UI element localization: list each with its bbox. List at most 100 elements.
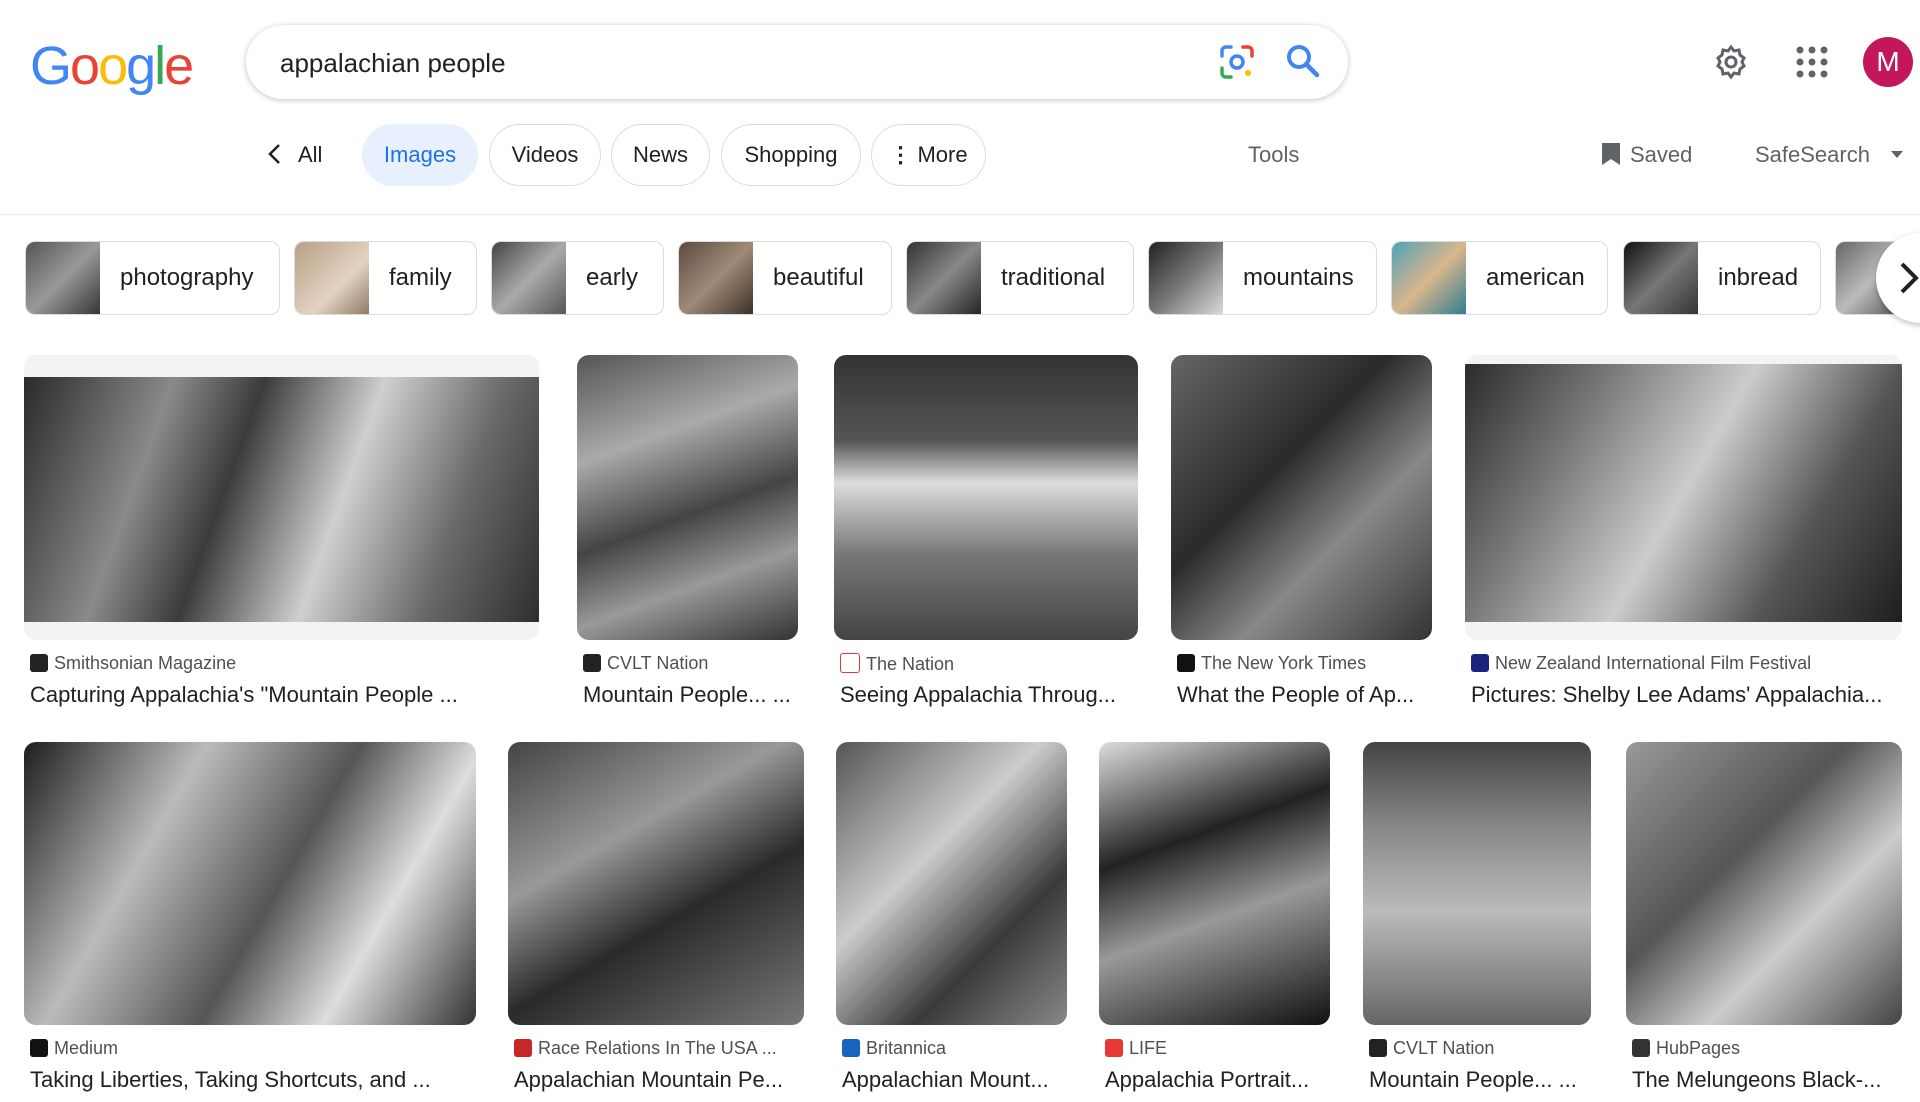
chip-american[interactable]: american <box>1391 241 1608 315</box>
tab-label: Shopping <box>744 142 838 167</box>
result-source-name: Medium <box>54 1038 119 1058</box>
result-card[interactable]: New Zealand International Film Festival … <box>1465 355 1902 715</box>
tab-label: Videos <box>511 142 579 167</box>
chip-inbread[interactable]: inbread <box>1623 241 1821 315</box>
tools-button[interactable]: Tools <box>1248 124 1299 186</box>
chip-label: family <box>389 264 452 291</box>
chip-label: american <box>1486 264 1585 291</box>
chip-beautiful[interactable]: beautiful <box>678 241 892 315</box>
result-source: New Zealand International Film Festival <box>1471 653 1811 674</box>
result-image[interactable] <box>1099 742 1330 1025</box>
chip-mountains[interactable]: mountains <box>1148 241 1377 315</box>
chip-thumbnail <box>679 242 753 314</box>
result-card[interactable]: The Nation Seeing Appalachia Throug... <box>834 355 1138 715</box>
result-image[interactable] <box>834 355 1138 640</box>
result-source-name: Britannica <box>866 1038 947 1058</box>
result-title[interactable]: Appalachian Mount... <box>842 1067 1049 1093</box>
result-card[interactable]: Race Relations In The USA ... Appalachia… <box>508 742 804 1098</box>
result-source: CVLT Nation <box>1369 1038 1494 1059</box>
safesearch-label: SafeSearch <box>1755 142 1870 167</box>
chip-traditional[interactable]: traditional <box>906 241 1134 315</box>
chip-thumbnail <box>1392 242 1466 314</box>
result-title[interactable]: Appalachia Portrait... <box>1105 1067 1309 1093</box>
result-card[interactable]: LIFE Appalachia Portrait... <box>1099 742 1330 1098</box>
result-source: CVLT Nation <box>583 653 708 674</box>
gear-icon[interactable] <box>1713 44 1749 80</box>
saved-button[interactable]: Saved <box>1600 124 1692 186</box>
chip-thumbnail <box>907 242 981 314</box>
google-lens-icon[interactable] <box>1218 43 1256 81</box>
favicon-icon <box>30 654 48 672</box>
favicon-icon <box>840 653 860 673</box>
header-divider <box>0 214 1920 215</box>
result-title[interactable]: Pictures: Shelby Lee Adams' Appalachia..… <box>1471 682 1882 708</box>
chip-thumbnail <box>1149 242 1223 314</box>
safesearch-button[interactable]: SafeSearch <box>1755 124 1904 186</box>
result-card[interactable]: Britannica Appalachian Mount... <box>836 742 1067 1098</box>
result-source: Smithsonian Magazine <box>30 653 236 674</box>
chip-thumbnail <box>1624 242 1698 314</box>
result-source-name: The Nation <box>866 654 955 674</box>
google-logo[interactable]: Google <box>30 36 194 96</box>
search-input[interactable] <box>278 25 1182 101</box>
result-source-name: New Zealand International Film Festival <box>1495 653 1812 673</box>
result-image[interactable] <box>508 742 804 1025</box>
tab-images[interactable]: Images <box>362 124 478 186</box>
result-source: Britannica <box>842 1038 946 1059</box>
result-title[interactable]: Mountain People... ... <box>1369 1067 1577 1093</box>
dropdown-arrow-icon <box>1891 151 1904 158</box>
tab-label: Images <box>383 142 457 167</box>
result-title[interactable]: Taking Liberties, Taking Shortcuts, and … <box>30 1067 431 1093</box>
tab-shopping[interactable]: Shopping <box>721 124 861 186</box>
result-card[interactable]: CVLT Nation Mountain People... ... <box>1363 742 1591 1098</box>
chip-thumbnail <box>492 242 566 314</box>
result-image[interactable] <box>24 742 476 1025</box>
logo-letter: l <box>154 36 166 96</box>
account-avatar[interactable]: M <box>1863 37 1913 87</box>
result-card[interactable]: HubPages The Melungeons Black-... <box>1626 742 1902 1098</box>
tab-more[interactable]: ⋮ More <box>871 124 986 186</box>
result-source-name: HubPages <box>1656 1038 1741 1058</box>
result-image[interactable] <box>1363 742 1591 1025</box>
result-card[interactable]: Smithsonian Magazine Capturing Appalachi… <box>24 355 539 715</box>
favicon-icon <box>842 1039 860 1057</box>
tab-label: More <box>917 142 968 167</box>
logo-letter: e <box>164 36 194 96</box>
tab-videos[interactable]: Videos <box>489 124 601 186</box>
result-image[interactable] <box>1626 742 1902 1025</box>
logo-letter: o <box>70 36 100 96</box>
result-card[interactable]: CVLT Nation Mountain People... ... <box>577 355 798 715</box>
result-title[interactable]: Seeing Appalachia Throug... <box>840 682 1116 708</box>
result-image[interactable] <box>1171 355 1432 640</box>
result-title[interactable]: Mountain People... ... <box>583 682 791 708</box>
chip-label: traditional <box>1001 264 1106 291</box>
chip-early[interactable]: early <box>491 241 664 315</box>
chip-photography[interactable]: photography <box>25 241 280 315</box>
logo-letter: g <box>126 36 156 96</box>
result-source-name: CVLT Nation <box>1393 1038 1495 1058</box>
chip-label: early <box>586 264 639 291</box>
search-icon[interactable] <box>1283 41 1323 81</box>
result-title[interactable]: What the People of Ap... <box>1177 682 1414 708</box>
result-source: Race Relations In The USA ... <box>514 1038 777 1059</box>
chip-thumbnail <box>295 242 369 314</box>
result-card[interactable]: The New York Times What the People of Ap… <box>1171 355 1432 715</box>
result-title[interactable]: The Melungeons Black-... <box>1632 1067 1881 1093</box>
chip-family[interactable]: family <box>294 241 477 315</box>
result-card[interactable]: Medium Taking Liberties, Taking Shortcut… <box>24 742 476 1098</box>
more-vert-icon: ⋮ <box>889 142 912 167</box>
favicon-icon <box>514 1039 532 1057</box>
result-source: HubPages <box>1632 1038 1740 1059</box>
result-title[interactable]: Capturing Appalachia's "Mountain People … <box>30 682 458 708</box>
tab-news[interactable]: News <box>611 124 710 186</box>
favicon-icon <box>1471 654 1489 672</box>
tab-all[interactable]: All <box>266 124 322 186</box>
apps-grid-icon[interactable] <box>1796 46 1828 78</box>
result-image[interactable] <box>1465 355 1902 640</box>
result-image[interactable] <box>836 742 1067 1025</box>
result-image[interactable] <box>577 355 798 640</box>
result-image[interactable] <box>24 355 539 640</box>
chip-thumbnail <box>26 242 100 314</box>
result-title[interactable]: Appalachian Mountain Pe... <box>514 1067 783 1093</box>
chevron-right-icon <box>1900 262 1919 294</box>
